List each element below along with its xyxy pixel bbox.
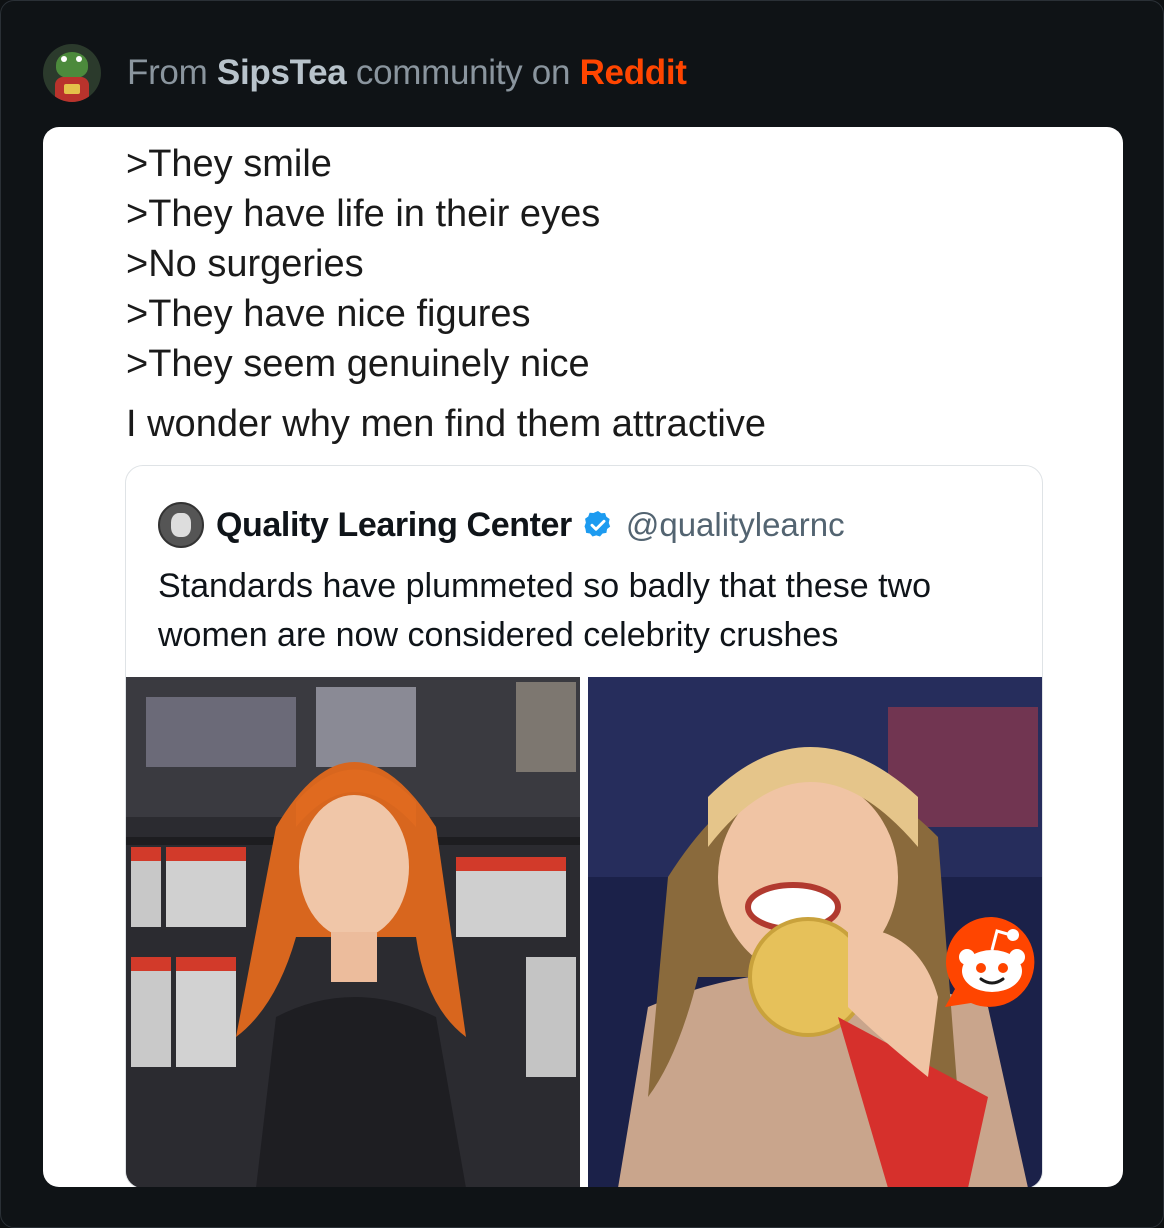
post-frame: From SipsTea community on Reddit >They s… [0, 0, 1164, 1228]
greentext-line: >They seem genuinely nice [126, 343, 590, 385]
tweet-header: Quality Learing Center @qualitylearnc [158, 502, 845, 548]
photo-left [126, 677, 580, 1187]
greentext-line: >They have life in their eyes [126, 193, 601, 235]
photo-divider [580, 677, 588, 1187]
greentext-line: >No surgeries [126, 243, 364, 285]
platform-name[interactable]: Reddit [580, 53, 687, 92]
community-name[interactable]: SipsTea [217, 53, 347, 92]
source-header: From SipsTea community on Reddit [43, 43, 687, 103]
tweet-author: Quality Learing Center [216, 505, 572, 544]
post-caption: I wonder why men find them attractive [126, 403, 766, 445]
source-middle: community on [355, 53, 571, 92]
source-text: From SipsTea community on Reddit [127, 53, 687, 93]
greentext-line: >They have nice figures [126, 293, 531, 335]
quoted-tweet: Quality Learing Center @qualitylearnc St… [125, 465, 1043, 1187]
frog-avatar-icon[interactable] [43, 44, 101, 102]
tweet-handle: @qualitylearnc [625, 506, 845, 543]
source-prefix: From [127, 53, 208, 92]
reddit-snoo-icon[interactable] [941, 911, 1043, 1013]
greentext-lines: >They smile >They have life in their eye… [126, 139, 600, 389]
greentext-line: >They smile [126, 143, 332, 185]
tweet-photos [126, 677, 1042, 1187]
tweet-body: Standards have plummeted so badly that t… [158, 567, 932, 654]
verified-badge-icon [584, 511, 610, 537]
post-image-card[interactable]: >They smile >They have life in their eye… [43, 127, 1123, 1187]
tweet-avatar [158, 502, 204, 548]
